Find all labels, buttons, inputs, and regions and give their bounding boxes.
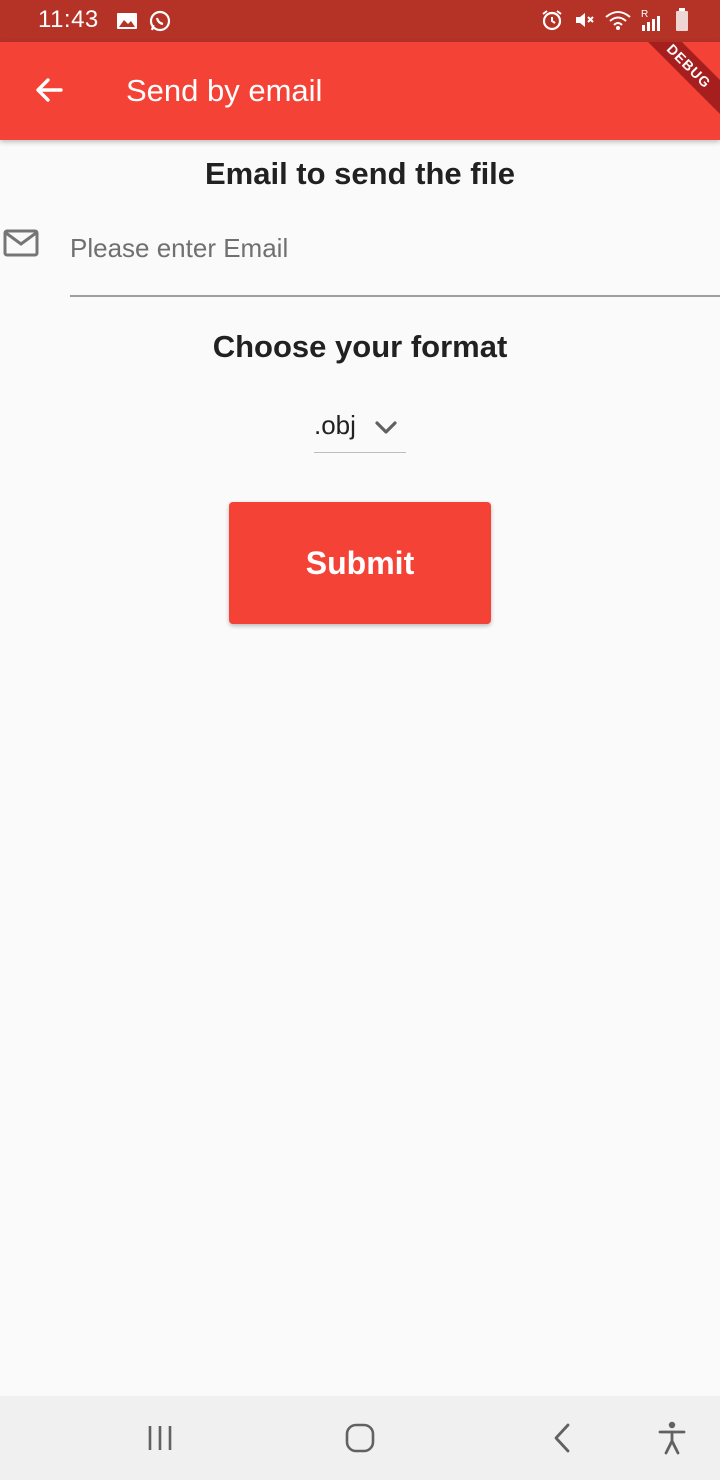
- signal-icon: R: [641, 9, 660, 31]
- alarm-icon: [542, 10, 562, 31]
- page-title: Send by email: [126, 73, 323, 108]
- system-back-button[interactable]: [538, 1414, 586, 1462]
- chevron-down-icon: [375, 421, 397, 434]
- app-bar: Send by email DEBUG: [0, 42, 720, 140]
- status-icons: R: [540, 7, 690, 33]
- accessibility-icon: [658, 1421, 686, 1455]
- status-time: 11:43: [38, 6, 99, 33]
- format-dropdown[interactable]: .obj: [314, 404, 406, 454]
- debug-banner: DEBUG: [627, 42, 720, 128]
- accessibility-button[interactable]: [648, 1414, 696, 1462]
- email-underline: [70, 295, 720, 297]
- arrow-back-icon: [36, 78, 63, 102]
- svg-text:R: R: [641, 9, 648, 20]
- submit-button[interactable]: Submit: [229, 502, 491, 624]
- recent-apps-button[interactable]: [136, 1414, 184, 1462]
- gallery-icon: [117, 13, 137, 29]
- format-section-title: Choose your format: [212, 329, 508, 364]
- whatsapp-icon: [149, 10, 171, 32]
- system-nav-bar: [0, 1396, 720, 1480]
- format-dropdown-underline: [314, 452, 406, 453]
- status-bar: 11:43 R: [0, 0, 720, 42]
- format-dropdown-value: .obj: [314, 410, 356, 440]
- battery-icon: [676, 8, 688, 31]
- recent-apps-icon: [148, 1426, 172, 1450]
- email-section-title: Email to send the file: [204, 156, 516, 191]
- mute-icon: [576, 13, 594, 27]
- back-icon: [554, 1423, 570, 1453]
- wifi-icon: [605, 11, 631, 30]
- back-button[interactable]: [26, 67, 72, 113]
- email-input[interactable]: [70, 218, 720, 278]
- mail-icon: [3, 229, 39, 257]
- home-button[interactable]: [336, 1414, 384, 1462]
- home-icon: [345, 1423, 375, 1453]
